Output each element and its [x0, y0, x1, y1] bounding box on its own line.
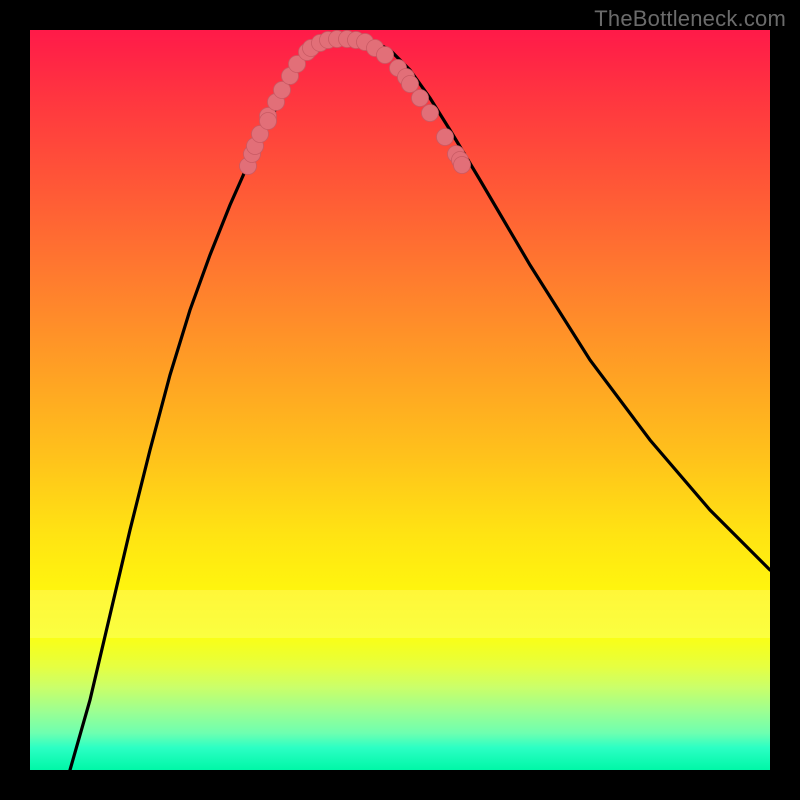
plot-area [30, 30, 770, 770]
data-point [377, 47, 394, 64]
data-point [402, 76, 419, 93]
data-point [260, 113, 277, 130]
curve-svg [30, 30, 770, 770]
bottleneck-curve [70, 38, 770, 770]
marker-group [240, 31, 471, 175]
data-point [437, 129, 454, 146]
watermark-text: TheBottleneck.com [594, 6, 786, 32]
data-point [454, 157, 471, 174]
chart-frame: TheBottleneck.com [0, 0, 800, 800]
data-point [412, 90, 429, 107]
data-point [422, 105, 439, 122]
